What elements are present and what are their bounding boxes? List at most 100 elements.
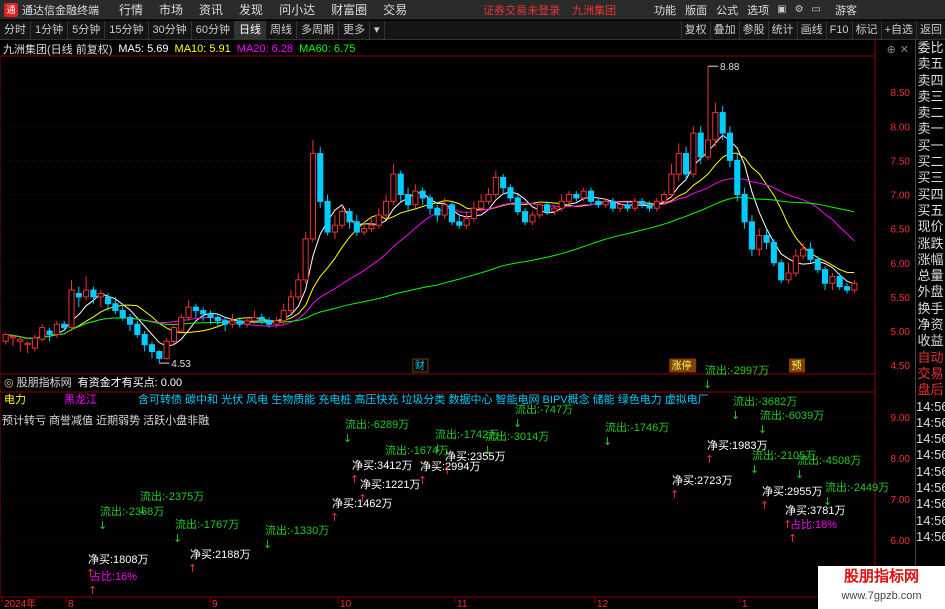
- x-axis: 2024年 8 9 10 11 12 1: [0, 596, 875, 609]
- period-tab-multi[interactable]: 多周期: [297, 20, 339, 40]
- menu-wealth[interactable]: 财富圈: [331, 1, 367, 18]
- candle-body: [456, 221, 463, 226]
- flow-label: 流出:-2449万: [825, 480, 889, 494]
- candle-body: [712, 112, 719, 141]
- candle-body: [90, 289, 97, 298]
- side-panel-item: 买一: [917, 137, 944, 153]
- candle-body: [814, 258, 821, 271]
- x-tick-label: 1: [742, 599, 748, 609]
- flow-label: 净买:1221万: [360, 477, 421, 491]
- candle-body: [668, 173, 675, 196]
- side-panel-item: 14:56: [916, 414, 945, 430]
- candle-body: [639, 200, 646, 206]
- menu-formula[interactable]: 公式: [716, 2, 738, 18]
- risk-text: 预计转亏 商誉减值 近期弱势 活跃小盘非融: [2, 415, 210, 427]
- menu-function[interactable]: 功能: [654, 2, 676, 18]
- minimize-icon[interactable]: ▭: [812, 4, 821, 15]
- price-tick: 6.50: [891, 225, 911, 236]
- side-panel-item: 外盘: [917, 284, 944, 300]
- candle-body: [434, 207, 441, 216]
- period-tab-60min[interactable]: 60分钟: [192, 20, 235, 40]
- lower-panel-icon[interactable]: ◎: [4, 376, 14, 389]
- candle-body: [822, 269, 829, 284]
- candle-body: [339, 211, 346, 226]
- overlay-button[interactable]: 叠加: [709, 20, 739, 40]
- low-marker-label: 4.53: [171, 359, 191, 370]
- candle-body: [9, 336, 17, 339]
- menu-news[interactable]: 资讯: [199, 1, 223, 18]
- candle-body: [565, 194, 573, 202]
- candle-body: [46, 330, 53, 335]
- menu-ask[interactable]: 问小达: [279, 1, 315, 18]
- period-tab-30min[interactable]: 30分钟: [149, 20, 192, 40]
- up-arrow-icon: ↑: [330, 511, 339, 524]
- stats-button[interactable]: 统计: [767, 20, 797, 40]
- user-label[interactable]: 游客: [835, 2, 857, 18]
- menu-options[interactable]: 选项: [747, 2, 769, 18]
- candle-body: [609, 200, 616, 209]
- f10-button[interactable]: F10: [825, 20, 852, 40]
- side-panel-item: 涨跌: [917, 235, 944, 251]
- title-bar: 通 通达信金融终端 行情 市场 资讯 发现 问小达 财富圈 交易 证券交易未登录…: [0, 0, 945, 20]
- ma5-line: [5, 134, 855, 347]
- candle-body: [770, 241, 777, 264]
- price-tick: 8.50: [891, 88, 911, 99]
- holdings-button[interactable]: 参股: [738, 20, 768, 40]
- candle-body: [97, 293, 104, 298]
- up-arrow-icon: ↑: [788, 532, 797, 545]
- login-notice[interactable]: 证券交易未登录: [483, 2, 560, 18]
- side-panel-item: 卖三: [917, 88, 944, 104]
- candle-body: [617, 204, 624, 209]
- back-button[interactable]: 返回: [916, 20, 945, 40]
- menu-market[interactable]: 市场: [159, 1, 183, 18]
- x-tick-label: 10: [340, 599, 352, 609]
- candle-body: [280, 310, 287, 322]
- mark-button[interactable]: 标记: [851, 20, 881, 40]
- candle-body: [653, 200, 660, 209]
- menu-trade[interactable]: 交易: [383, 1, 407, 18]
- adjust-button[interactable]: 复权: [680, 20, 710, 40]
- candle-body: [295, 279, 302, 298]
- menu-quotes[interactable]: 行情: [119, 1, 143, 18]
- lower-panel-title: 股朋指标网: [16, 377, 72, 389]
- settings-icon[interactable]: ⚙: [795, 4, 804, 15]
- flow-label: 净买:3412万: [352, 458, 413, 472]
- period-tab-5min[interactable]: 5分钟: [68, 20, 106, 40]
- flow-label: 流出:-6039万: [760, 408, 824, 422]
- period-tab-1min[interactable]: 1分钟: [31, 20, 69, 40]
- down-arrow-icon: ↓: [731, 409, 740, 422]
- up-arrow-icon: ↑: [760, 499, 769, 512]
- candle-body: [361, 228, 368, 233]
- candle-body: [61, 323, 68, 329]
- candle-body: [251, 316, 258, 322]
- period-tab-weekly[interactable]: 周线: [266, 20, 297, 40]
- menu-discover[interactable]: 发现: [239, 1, 263, 18]
- candle-body: [756, 234, 763, 250]
- candle-body: [222, 320, 229, 325]
- draw-button[interactable]: 画线: [796, 20, 826, 40]
- candle-body: [573, 194, 580, 199]
- price-tick: 5.50: [891, 293, 911, 304]
- side-panel-item: 涨幅: [917, 251, 944, 267]
- kline-chart[interactable]: 8.50 8.00 7.50 7.00 6.50 6.00 5.50 5.00 4.50 8.88…: [0, 40, 915, 609]
- candle-body: [426, 197, 434, 209]
- side-panel-item: 14:56: [916, 431, 945, 447]
- restore-icon[interactable]: ▣: [777, 4, 786, 15]
- period-tab-timeshare[interactable]: 分时: [0, 20, 31, 40]
- menu-layout[interactable]: 版面: [685, 2, 707, 18]
- down-arrow-icon: ↓: [138, 504, 147, 517]
- candle-body: [587, 190, 595, 202]
- candle-body: [543, 204, 551, 213]
- period-tab-more[interactable]: 更多: [339, 20, 370, 40]
- side-panel-item[interactable]: 交易: [916, 366, 945, 382]
- side-panel-item[interactable]: 盘后: [916, 382, 945, 398]
- period-tab-15min[interactable]: 15分钟: [105, 20, 149, 40]
- add-watchlist-button[interactable]: +自选: [880, 20, 916, 40]
- candle-body: [661, 194, 668, 202]
- event-marker: 涨停: [672, 359, 692, 372]
- side-panel-item: 卖一: [917, 121, 944, 137]
- side-panel-item[interactable]: 自动: [916, 350, 945, 366]
- period-tab-daily[interactable]: 日线: [235, 20, 266, 40]
- candle-body: [192, 306, 199, 312]
- more-chevron-icon[interactable]: ▾: [370, 20, 385, 40]
